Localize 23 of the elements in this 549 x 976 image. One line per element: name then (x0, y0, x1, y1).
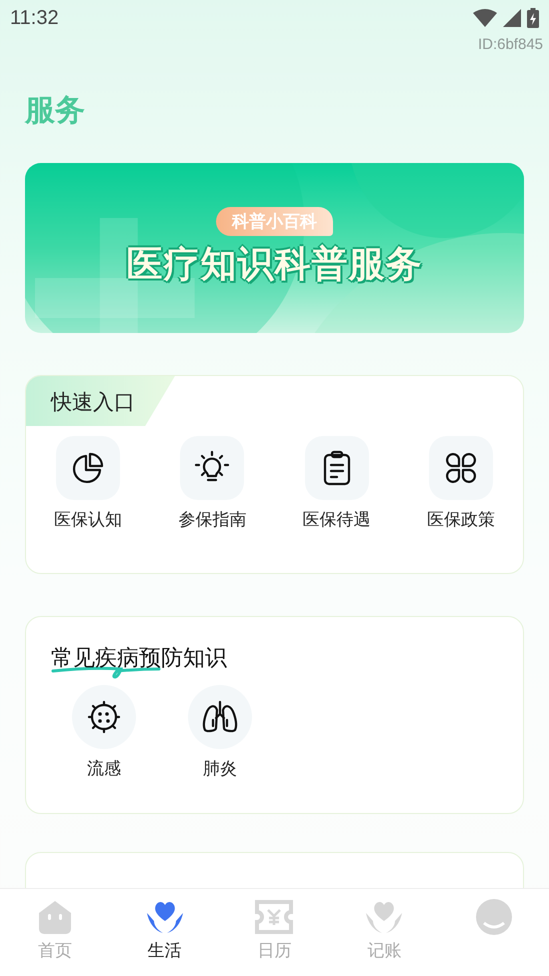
banner-tag: 科普小百科 (216, 207, 333, 236)
disease-item[interactable]: 肺炎 (162, 685, 278, 780)
quick-entry-item[interactable]: 医保待遇 (274, 436, 399, 531)
smiley-icon (474, 899, 514, 935)
virus-icon (86, 699, 122, 735)
battery-icon (527, 8, 539, 28)
four-petals-icon (444, 451, 478, 485)
pie-chart-icon (71, 451, 106, 485)
lungs-icon (201, 700, 239, 734)
signal-icon (503, 9, 521, 27)
page-title: 服务 (25, 92, 85, 130)
wifi-icon (473, 9, 497, 27)
disease-section-title: 常见疾病预防知识 (51, 646, 227, 671)
quick-entry-title: 快速入口 (26, 376, 175, 426)
disease-item[interactable]: 流感 (46, 685, 162, 780)
status-time: 11:32 (10, 6, 59, 30)
ticket-icon (253, 899, 296, 935)
tab[interactable]: 生活 (124, 899, 205, 962)
user-id: ID:6bf845 (478, 36, 543, 53)
quick-entry-item[interactable]: 医保认知 (26, 436, 150, 531)
quick-entry-item[interactable]: 参保指南 (150, 436, 274, 531)
quick-entry-item[interactable]: 医保政策 (398, 436, 523, 531)
banner-title: 医疗知识科普服务 (126, 243, 422, 287)
